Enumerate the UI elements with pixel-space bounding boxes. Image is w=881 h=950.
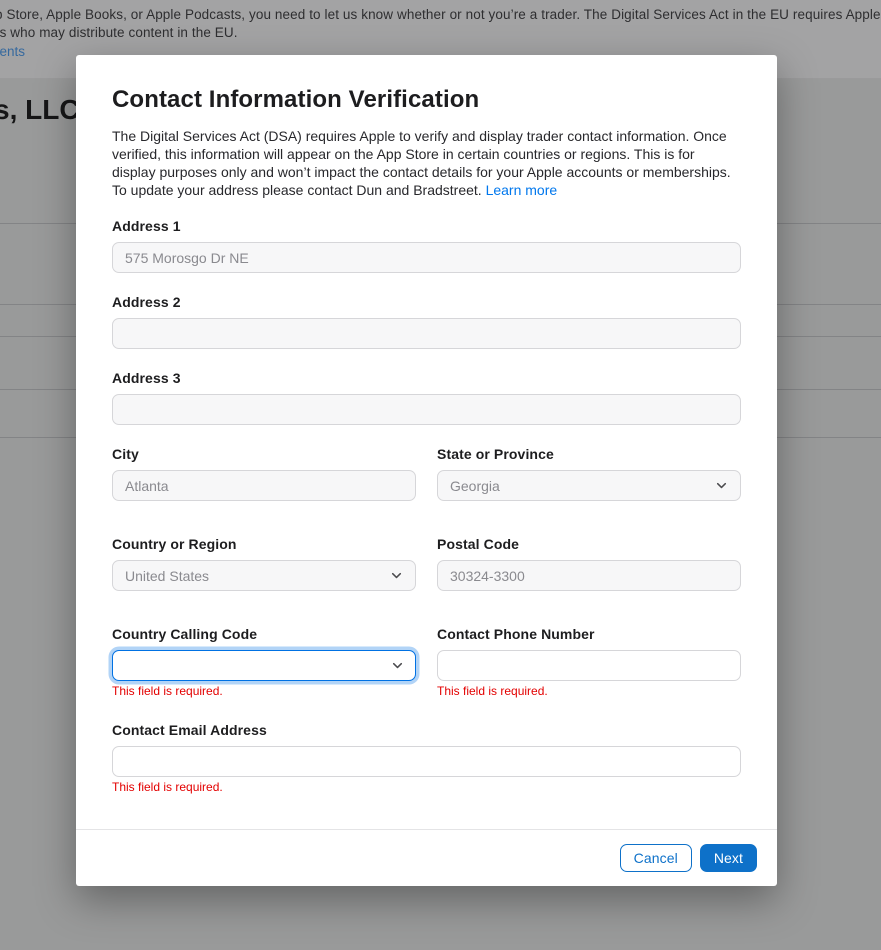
- phone-label: Contact Phone Number: [437, 625, 741, 643]
- postal-code-field-group: Postal Code: [437, 535, 741, 591]
- country-selected-value: United States: [125, 568, 209, 584]
- state-field-group: State or Province Georgia: [437, 445, 741, 501]
- calling-code-label: Country Calling Code: [112, 625, 416, 643]
- learn-more-link[interactable]: Learn more: [486, 182, 558, 198]
- address1-label: Address 1: [112, 217, 741, 235]
- address3-field-group: Address 3: [112, 369, 741, 425]
- phone-field-group: Contact Phone Number This field is requi…: [437, 625, 741, 699]
- chevron-down-icon: [391, 659, 404, 672]
- country-field-group: Country or Region United States: [112, 535, 416, 591]
- address3-label: Address 3: [112, 369, 741, 387]
- calling-code-select[interactable]: [112, 650, 416, 681]
- address2-field-group: Address 2: [112, 293, 741, 349]
- calling-code-field-group: Country Calling Code This field is requi…: [112, 625, 416, 699]
- dialog-title: Contact Information Verification: [112, 85, 741, 115]
- city-field: [112, 470, 416, 501]
- calling-code-error: This field is required.: [112, 684, 416, 699]
- country-select: United States: [112, 560, 416, 591]
- address1-field-group: Address 1: [112, 217, 741, 273]
- phone-field[interactable]: [437, 650, 741, 681]
- postal-code-label: Postal Code: [437, 535, 741, 553]
- country-postal-row: Country or Region United States Postal C…: [112, 535, 741, 591]
- dialog-footer: Cancel Next: [76, 829, 777, 886]
- email-field[interactable]: [112, 746, 741, 777]
- state-select: Georgia: [437, 470, 741, 501]
- address2-label: Address 2: [112, 293, 741, 311]
- city-field-group: City: [112, 445, 416, 501]
- cancel-button[interactable]: Cancel: [620, 844, 692, 872]
- banner-text-line2: rs who may distribute content in the EU.: [0, 25, 238, 40]
- city-label: City: [112, 445, 416, 463]
- chevron-down-icon: [390, 569, 403, 582]
- page-heading-company-name: s, LLC: [0, 94, 80, 126]
- dialog-description-text: The Digital Services Act (DSA) requires …: [112, 128, 731, 198]
- postal-code-field: [437, 560, 741, 591]
- email-label: Contact Email Address: [112, 721, 741, 739]
- address2-field: [112, 318, 741, 349]
- email-field-group: Contact Email Address This field is requ…: [112, 721, 741, 795]
- phone-error: This field is required.: [437, 684, 741, 699]
- banner-text-line1: p Store, Apple Books, or Apple Podcasts,…: [0, 7, 881, 22]
- contact-information-verification-dialog: Contact Information Verification The Dig…: [76, 55, 777, 886]
- next-button[interactable]: Next: [700, 844, 757, 872]
- email-error: This field is required.: [112, 780, 741, 795]
- address3-field: [112, 394, 741, 425]
- address1-field: [112, 242, 741, 273]
- state-label: State or Province: [437, 445, 741, 463]
- banner-link[interactable]: nents: [0, 44, 25, 59]
- phone-row: Country Calling Code This field is requi…: [112, 625, 741, 699]
- country-label: Country or Region: [112, 535, 416, 553]
- dialog-description: The Digital Services Act (DSA) requires …: [112, 127, 741, 199]
- state-selected-value: Georgia: [450, 478, 500, 494]
- chevron-down-icon: [715, 479, 728, 492]
- city-state-row: City State or Province Georgia: [112, 445, 741, 501]
